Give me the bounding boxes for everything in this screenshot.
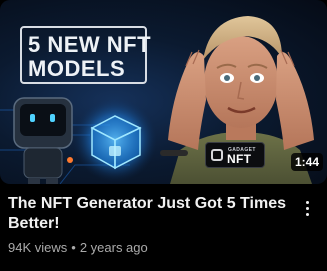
robot-illustration: [13, 97, 73, 184]
brand-badge-big-text: NFT: [227, 152, 252, 166]
video-title[interactable]: The NFT Generator Just Got 5 Times Bette…: [8, 194, 293, 234]
video-thumbnail[interactable]: 5 NEW NFT MODELS GADAGET NFT 1:44: [0, 0, 327, 184]
video-card[interactable]: 5 NEW NFT MODELS GADAGET NFT 1:44 The NF…: [0, 0, 327, 271]
brand-badge: GADAGET NFT: [205, 142, 265, 168]
video-metadata: 94K views • 2 years ago: [8, 240, 148, 255]
thumbnail-headline-line1: 5 NEW NFT: [28, 32, 152, 57]
upload-age: 2 years ago: [79, 240, 148, 255]
duration-badge: 1:44: [290, 153, 323, 171]
thumbnail-headline-line2: MODELS: [28, 56, 126, 81]
view-count: 94K views: [8, 240, 68, 255]
brand-logo-icon: [211, 149, 223, 161]
more-vert-icon[interactable]: [300, 196, 314, 220]
meta-separator: •: [71, 240, 76, 255]
